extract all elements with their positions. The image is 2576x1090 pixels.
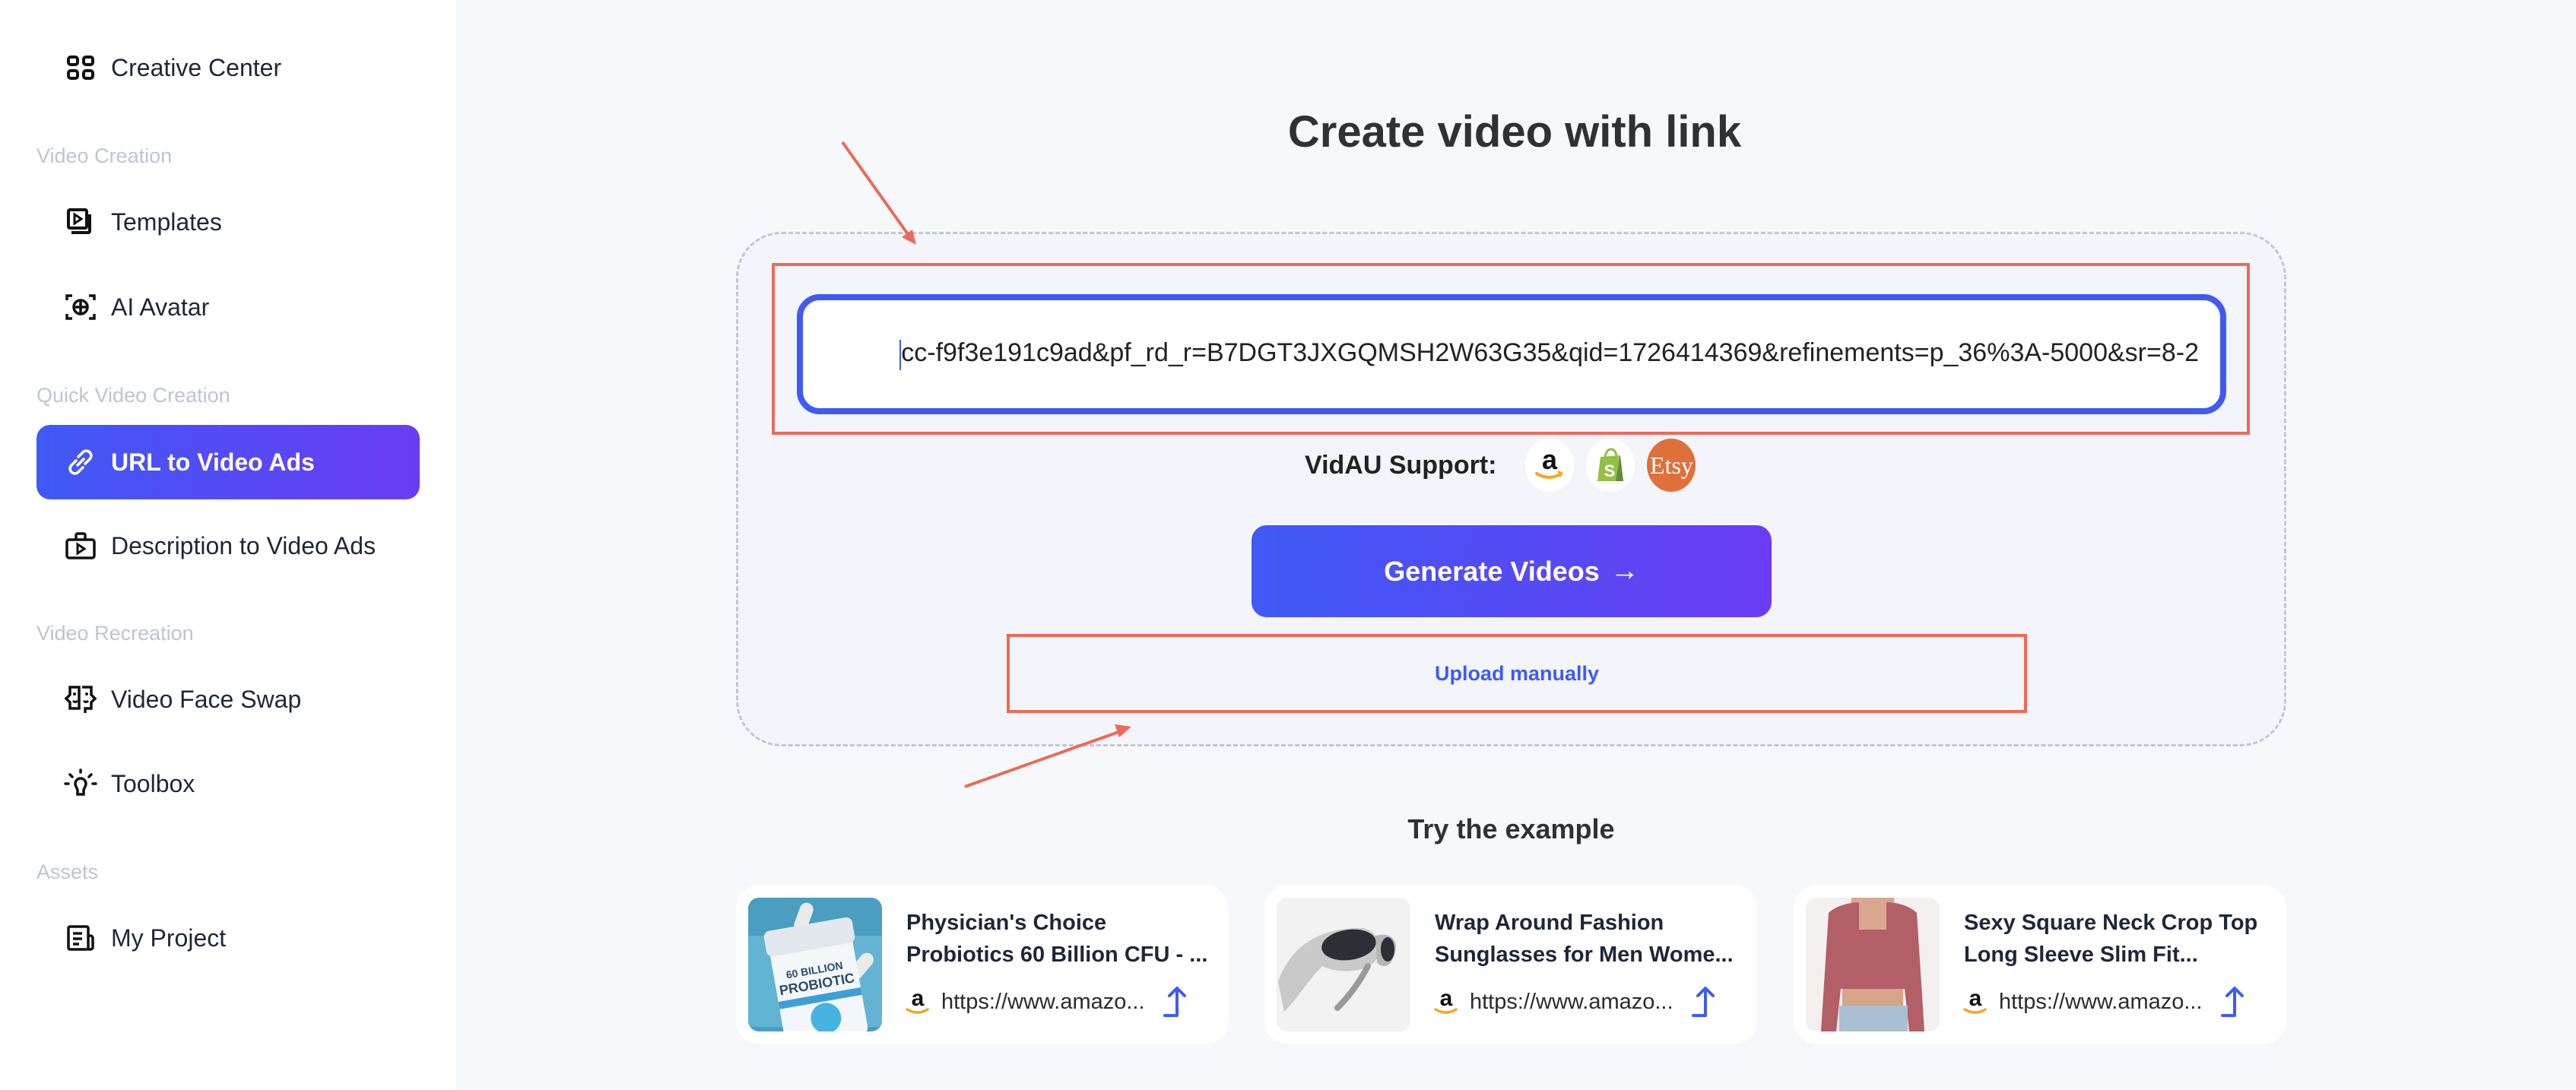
section-label-video-creation: Video Creation bbox=[36, 144, 173, 167]
example-title: Sexy Square Neck Crop Top Long Sleeve Sl… bbox=[1964, 907, 2268, 971]
url-input-value: cc-f9f3e191c9ad&pf_rd_r=B7DGT3JXGQMSH2W6… bbox=[901, 338, 2199, 368]
amazon-icon: a bbox=[1434, 986, 1458, 1014]
page-title-text: Create video with link bbox=[1287, 107, 1742, 157]
sidebar-item-label: Templates bbox=[111, 208, 222, 236]
example-url-row: a https://www.amazo... bbox=[1433, 983, 1721, 1021]
amazon-icon: a bbox=[1963, 986, 1987, 1014]
url-input-field[interactable]: cc-f9f3e191c9ad&pf_rd_r=B7DGT3JXGQMSH2W6… bbox=[797, 294, 2226, 414]
svg-text:a: a bbox=[1542, 446, 1558, 475]
sidebar-item-label: Toolbox bbox=[111, 769, 195, 797]
url-input[interactable]: cc-f9f3e191c9ad&pf_rd_r=B7DGT3JXGQMSH2W6… bbox=[803, 338, 2220, 370]
share-arrow-icon[interactable] bbox=[1162, 985, 1192, 1019]
platform-support-row: VidAU Support: a S Etsy bbox=[1305, 439, 1708, 492]
svg-text:a: a bbox=[912, 986, 925, 1011]
sidebar-item-label: Video Face Swap bbox=[111, 685, 302, 713]
example-card-probiotics[interactable]: 60 BILLION PROBIOTIC Physician's Choice … bbox=[736, 886, 1229, 1044]
example-title-line2: Probiotics 60 Billion CFU - ... bbox=[906, 943, 1208, 967]
example-url-row: a https://www.amazo... bbox=[905, 983, 1192, 1021]
lightbulb-icon bbox=[62, 765, 99, 802]
video-templates-icon bbox=[62, 204, 99, 240]
sidebar-item-video-face-swap[interactable]: Video Face Swap bbox=[36, 662, 420, 737]
arrow-right-icon: → bbox=[1610, 555, 1639, 587]
product-thumbnail bbox=[1806, 898, 1940, 1031]
sidebar-item-label: Creative Center bbox=[111, 53, 282, 81]
page-title: Create video with link bbox=[456, 106, 2576, 157]
grid-icon bbox=[62, 49, 99, 86]
amazon-icon: a bbox=[906, 986, 929, 1014]
sidebar-item-label: AI Avatar bbox=[111, 293, 210, 321]
sidebar-item-label: URL to Video Ads bbox=[111, 448, 315, 476]
generate-videos-button[interactable]: Generate Videos → bbox=[1252, 525, 1772, 617]
sidebar-item-label: My Project bbox=[111, 924, 227, 952]
svg-text:a: a bbox=[1969, 986, 1982, 1011]
example-title-line1: Physician's Choice bbox=[906, 911, 1107, 935]
sidebar-item-creative-center[interactable]: Creative Center bbox=[36, 30, 420, 105]
svg-text:a: a bbox=[1440, 986, 1453, 1011]
sidebar-item-url-to-video-ads[interactable]: URL to Video Ads bbox=[36, 425, 420, 499]
example-card-crop-top[interactable]: Sexy Square Neck Crop Top Long Sleeve Sl… bbox=[1794, 886, 2286, 1044]
example-title-line2: Sunglasses for Men Wome... bbox=[1435, 943, 1734, 967]
sidebar-item-templates[interactable]: Templates bbox=[36, 185, 420, 259]
generate-videos-label: Generate Videos bbox=[1384, 555, 1600, 587]
example-url: https://www.amazo... bbox=[1999, 989, 2203, 1014]
upload-manually-link[interactable]: Upload manually bbox=[1007, 634, 2027, 713]
face-swap-icon bbox=[62, 681, 99, 718]
project-icon bbox=[62, 920, 99, 956]
shopify-icon: S bbox=[1586, 439, 1635, 492]
section-label-assets: Assets bbox=[36, 860, 99, 883]
example-title-line1: Sexy Square Neck Crop Top bbox=[1964, 911, 2258, 935]
share-arrow-icon[interactable] bbox=[1690, 985, 1721, 1019]
sidebar-item-label: Description to Video Ads bbox=[111, 531, 376, 559]
etsy-icon: Etsy bbox=[1647, 439, 1696, 492]
sidebar-item-description-to-video-ads[interactable]: Description to Video Ads bbox=[36, 509, 420, 583]
sidebar: Creative Center Video Creation Templates… bbox=[0, 0, 456, 1090]
product-thumbnail: 60 BILLION PROBIOTIC bbox=[748, 898, 882, 1031]
share-arrow-icon[interactable] bbox=[2219, 985, 2250, 1019]
video-bag-icon bbox=[62, 528, 99, 564]
example-title-line2: Long Sleeve Slim Fit... bbox=[1964, 943, 2198, 967]
section-label-quick-video-creation: Quick Video Creation bbox=[36, 384, 230, 407]
example-url: https://www.amazo... bbox=[1470, 989, 1673, 1014]
example-url: https://www.amazo... bbox=[941, 989, 1145, 1014]
example-card-sunglasses[interactable]: Wrap Around Fashion Sunglasses for Men W… bbox=[1264, 886, 1757, 1044]
sidebar-item-ai-avatar[interactable]: AI Avatar bbox=[36, 270, 420, 344]
svg-text:S: S bbox=[1604, 461, 1616, 480]
sidebar-item-toolbox[interactable]: Toolbox bbox=[36, 746, 420, 821]
sidebar-item-my-project[interactable]: My Project bbox=[36, 901, 420, 975]
section-label-video-recreation: Video Recreation bbox=[36, 622, 194, 645]
product-thumbnail bbox=[1277, 898, 1410, 1031]
ai-avatar-icon bbox=[62, 289, 99, 325]
amazon-icon: a bbox=[1525, 439, 1575, 492]
annotation-arrow-to-input bbox=[841, 141, 916, 245]
example-url-row: a https://www.amazo... bbox=[1962, 983, 2250, 1021]
example-title-line1: Wrap Around Fashion bbox=[1435, 911, 1664, 935]
support-label: VidAU Support: bbox=[1305, 450, 1497, 480]
examples-title: Try the example bbox=[1407, 813, 1615, 844]
example-title: Wrap Around Fashion Sunglasses for Men W… bbox=[1435, 907, 1739, 971]
link-icon bbox=[62, 444, 99, 480]
example-title: Physician's Choice Probiotics 60 Billion… bbox=[906, 907, 1210, 971]
